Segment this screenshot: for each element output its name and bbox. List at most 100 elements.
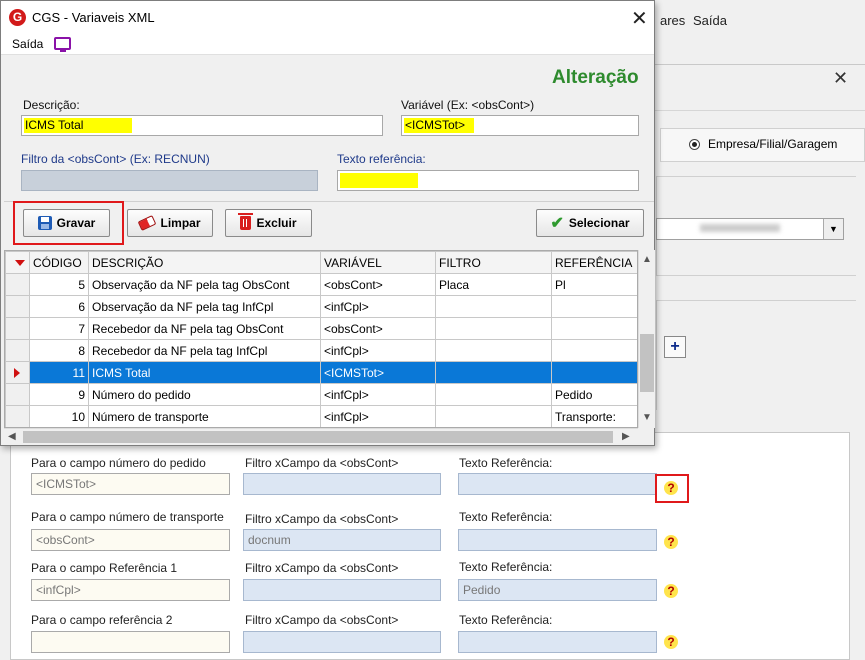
limpar-button[interactable]: Limpar — [127, 209, 213, 237]
cell-descricao[interactable]: Recebedor da NF pela tag InfCpl — [88, 339, 321, 362]
selecionar-button[interactable]: ✔ Selecionar — [536, 209, 644, 237]
row4-filter-field[interactable] — [243, 631, 441, 653]
row-indicator[interactable] — [5, 317, 30, 340]
row-indicator[interactable] — [5, 361, 30, 384]
bg-close-icon[interactable]: ✕ — [833, 68, 848, 89]
close-icon[interactable]: ✕ — [631, 6, 648, 31]
cell-codigo[interactable]: 10 — [29, 405, 89, 427]
table-row[interactable]: 8 Recebedor da NF pela tag InfCpl <infCp… — [5, 339, 637, 362]
cell-descricao[interactable]: Número de transporte — [88, 405, 321, 427]
radio-label: Empresa/Filial/Garagem — [708, 137, 838, 151]
col-variavel[interactable]: VARIÁVEL — [320, 251, 436, 274]
row-indicator[interactable] — [5, 339, 30, 362]
row2-ref-field[interactable] — [458, 529, 657, 551]
row-indicator[interactable] — [5, 295, 30, 318]
table-row[interactable]: 10 Número de transporte <infCpl> Transpo… — [5, 405, 637, 427]
row-indicator[interactable] — [5, 273, 30, 296]
table-row[interactable]: 6 Observação da NF pela tag InfCpl <infC… — [5, 295, 637, 318]
col-descricao[interactable]: DESCRIÇÃO — [88, 251, 321, 274]
cell-codigo[interactable]: 5 — [29, 273, 89, 296]
cell-variavel[interactable]: <obsCont> — [320, 317, 436, 340]
cell-codigo[interactable]: 7 — [29, 317, 89, 340]
row-indicator[interactable] — [5, 405, 30, 427]
cell-referencia[interactable]: Pl — [551, 273, 637, 296]
cell-variavel[interactable]: <infCpl> — [320, 383, 436, 406]
texto-referencia-label: Texto referência: — [337, 152, 426, 166]
table-row[interactable]: 9 Número do pedido <infCpl> Pedido — [5, 383, 637, 406]
scroll-right-icon[interactable]: ▶ — [622, 431, 630, 442]
help-icon[interactable]: ? — [664, 635, 678, 649]
table-row[interactable]: 5 Observação da NF pela tag ObsCont <obs… — [5, 273, 637, 296]
col-filtro[interactable]: FILTRO — [435, 251, 552, 274]
row4-ref-field[interactable] — [458, 631, 657, 653]
help-icon[interactable]: ? — [664, 481, 678, 495]
bg-menu-saida[interactable]: Saída — [693, 13, 727, 28]
cell-referencia[interactable] — [551, 361, 637, 384]
cell-codigo[interactable]: 11 — [29, 361, 89, 384]
filtro-field[interactable] — [21, 170, 318, 191]
cell-variavel[interactable]: <obsCont> — [320, 273, 436, 296]
row4-variable-field[interactable] — [31, 631, 230, 653]
save-icon — [37, 216, 52, 230]
cell-descricao[interactable]: Observação da NF pela tag InfCpl — [88, 295, 321, 318]
row-indicator[interactable] — [5, 383, 30, 406]
cell-filtro[interactable] — [435, 339, 552, 362]
row2-variable-field[interactable]: <obsCont> — [31, 529, 230, 551]
scroll-left-icon[interactable]: ◀ — [8, 431, 16, 442]
cell-variavel[interactable]: <infCpl> — [320, 405, 436, 427]
add-button[interactable]: + — [664, 336, 686, 358]
monitor-icon[interactable] — [54, 37, 71, 52]
cell-variavel[interactable]: <ICMSTot> — [320, 361, 436, 384]
cell-variavel[interactable]: <infCpl> — [320, 339, 436, 362]
row1-filter-field[interactable] — [243, 473, 441, 495]
col-referencia[interactable]: REFERÊNCIA — [551, 251, 637, 274]
cell-filtro[interactable] — [435, 405, 552, 427]
row2-filter-field[interactable]: docnum — [243, 529, 441, 551]
row1-ref-field[interactable] — [458, 473, 657, 495]
table-row[interactable]: 7 Recebedor da NF pela tag ObsCont <obsC… — [5, 317, 637, 340]
excluir-button[interactable]: Excluir — [225, 209, 312, 237]
cell-referencia[interactable] — [551, 317, 637, 340]
scroll-up-icon[interactable]: ▲ — [642, 254, 652, 265]
cell-filtro[interactable] — [435, 361, 552, 384]
cell-codigo[interactable]: 9 — [29, 383, 89, 406]
help-icon[interactable]: ? — [664, 535, 678, 549]
cell-referencia[interactable]: Transporte: — [551, 405, 637, 427]
descricao-field[interactable]: ICMS Total — [21, 115, 383, 136]
menu-saida[interactable]: Saída — [12, 37, 43, 51]
cell-descricao[interactable]: Número do pedido — [88, 383, 321, 406]
cell-filtro[interactable] — [435, 383, 552, 406]
cell-descricao[interactable]: ICMS Total — [88, 361, 321, 384]
row3-filter-field[interactable] — [243, 579, 441, 601]
texto-referencia-field[interactable] — [337, 170, 639, 191]
row-indicator-header[interactable] — [5, 251, 30, 274]
cell-descricao[interactable]: Recebedor da NF pela tag ObsCont — [88, 317, 321, 340]
chevron-down-icon[interactable]: ▼ — [823, 219, 843, 239]
help-icon[interactable]: ? — [664, 584, 678, 598]
row3-ref-field[interactable]: Pedido — [458, 579, 657, 601]
cell-descricao[interactable]: Observação da NF pela tag ObsCont — [88, 273, 321, 296]
gravar-button[interactable]: Gravar — [23, 209, 110, 237]
cell-filtro[interactable] — [435, 295, 552, 318]
row2-label: Para o campo número de transporte — [31, 510, 224, 524]
row3-variable-field[interactable]: <infCpl> — [31, 579, 230, 601]
table-row-selected[interactable]: 11 ICMS Total <ICMSTot> — [5, 361, 637, 384]
cell-referencia[interactable]: Pedido — [551, 383, 637, 406]
row1-variable-field[interactable]: <ICMSTot> — [31, 473, 230, 495]
scroll-down-icon[interactable]: ▼ — [642, 412, 652, 423]
cell-codigo[interactable]: 8 — [29, 339, 89, 362]
row1-label: Para o campo número do pedido — [31, 456, 206, 470]
cell-filtro[interactable] — [435, 317, 552, 340]
bg-menu-ares[interactable]: ares — [660, 13, 685, 28]
vertical-scroll-thumb[interactable] — [640, 334, 654, 392]
cell-referencia[interactable] — [551, 339, 637, 362]
row2-filter-label: Filtro xCampo da <obsCont> — [245, 512, 399, 526]
radio-empresa-filial-garagem[interactable] — [689, 139, 700, 150]
horizontal-scroll-thumb[interactable] — [23, 431, 613, 443]
col-codigo[interactable]: CÓDIGO — [29, 251, 89, 274]
cell-variavel[interactable]: <infCpl> — [320, 295, 436, 318]
cell-referencia[interactable] — [551, 295, 637, 318]
cell-codigo[interactable]: 6 — [29, 295, 89, 318]
cell-filtro[interactable]: Placa — [435, 273, 552, 296]
variavel-field[interactable]: <ICMSTot> — [401, 115, 639, 136]
